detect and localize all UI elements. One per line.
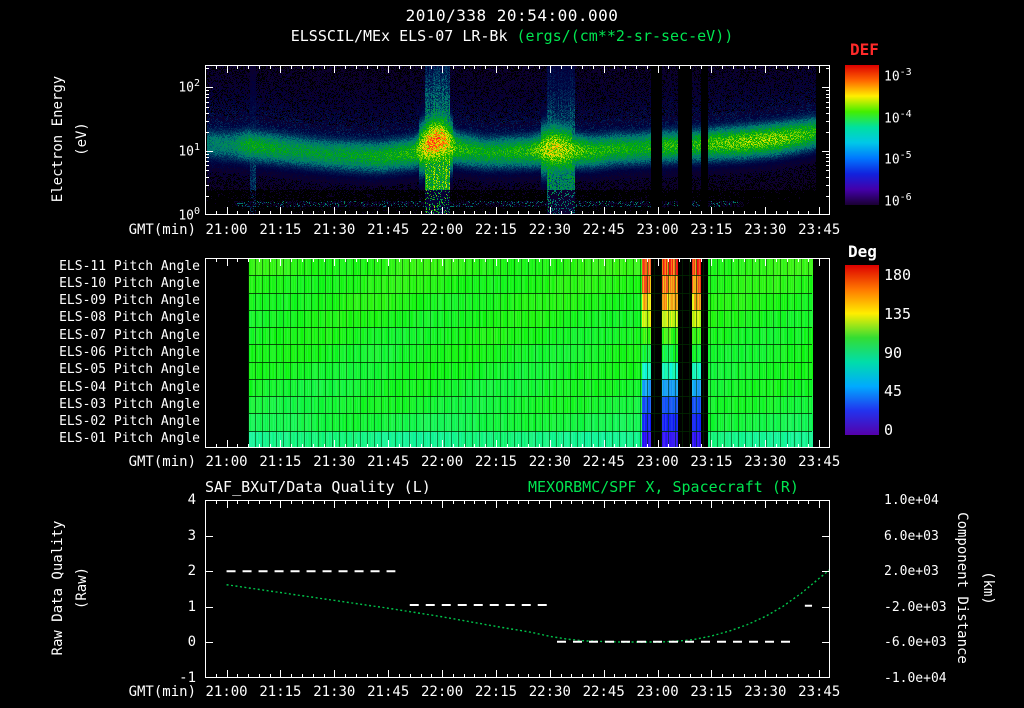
x-tick-label: 22:00: [420, 684, 464, 700]
x-tick-label: 23:00: [636, 684, 679, 700]
deg-colorbar-tick-label: 135: [884, 304, 912, 323]
x-tick-label: 23:45: [798, 222, 841, 238]
quality-distance-plot-canvas: [205, 500, 830, 678]
plot-screen: 2010/338 20:54:00.000 ELSSCIL/MEx ELS-07…: [0, 0, 1024, 708]
pitch-row-label: ELS-10 Pitch Angle: [59, 275, 200, 291]
x-tick-label: 21:45: [367, 684, 410, 700]
deg-colorbar-tick-label: 0: [884, 421, 894, 439]
pitch-row-label: ELS-05 Pitch Angle: [59, 362, 200, 378]
x-tick-label: 23:30: [744, 454, 787, 470]
x-tick-label: 23:00: [636, 222, 679, 238]
x-tick-label: 21:30: [313, 684, 356, 700]
pitch-row-label: ELS-09 Pitch Angle: [59, 293, 200, 309]
deg-colorbar-tick-label: 180: [884, 266, 912, 284]
quality-y-tick-label: 1: [187, 598, 196, 615]
x-tick-label: 21:30: [313, 222, 356, 238]
spectrogram-ylabel-line2: (eV): [74, 122, 90, 156]
def-colorbar-title: DEF: [850, 40, 879, 59]
def-colorbar-tick-label: 10-6: [884, 191, 912, 209]
deg-colorbar-tick-label: 45: [884, 382, 903, 401]
x-tick-label: 22:30: [528, 222, 571, 238]
distance-y-tick-label: 6.0e+03: [884, 528, 939, 544]
distance-ylabel-line2: (km): [980, 571, 996, 605]
x-tick-label: 21:15: [259, 684, 302, 700]
distance-y-tick-label: 2.0e+03: [884, 564, 939, 580]
x-tick-label: 22:30: [528, 684, 571, 700]
distance-ylabel-line1: Component Distance: [954, 512, 970, 664]
def-colorbar-tick-label: 10-5: [884, 150, 912, 168]
x-tick-label: 21:15: [259, 454, 302, 470]
pitch-angle-heatmap-canvas: [205, 258, 830, 448]
x-tick-label: 21:45: [367, 222, 410, 238]
quality-ylabel-line1: Raw Data Quality: [50, 520, 66, 656]
spectrogram-ylabel-line1: Electron Energy: [50, 75, 66, 203]
x-tick-label: 23:30: [744, 222, 787, 238]
distance-y-tick-label: -6.0e+03: [884, 635, 947, 651]
spectrogram-y-tick-label: 101: [178, 142, 200, 160]
pitch-row-label: ELS-08 Pitch Angle: [59, 310, 200, 326]
quality-y-tick-label: 3: [187, 527, 196, 544]
x-tick-label: 22:00: [420, 222, 464, 238]
pitch-row-label: ELS-07 Pitch Angle: [59, 327, 200, 343]
electron-energy-spectrogram-canvas: [205, 65, 830, 215]
pitch-row-label: ELS-03 Pitch Angle: [59, 396, 200, 412]
pitch-row-label: ELS-01 Pitch Angle: [59, 431, 200, 447]
x-tick-label: 21:30: [313, 454, 356, 470]
quality-ylabel-line2: (Raw): [74, 566, 90, 610]
x-tick-label: 23:15: [690, 454, 733, 470]
x-tick-label: 21:00: [205, 684, 248, 700]
deg-colorbar-title: Deg: [848, 242, 877, 261]
x-tick-label: 23:15: [690, 684, 733, 700]
instrument-label: ELSSCIL/MEx ELS-07 LR-Bk: [290, 27, 508, 45]
def-colorbar-tick-label: 10-4: [884, 108, 912, 126]
spectrogram-y-tick-label: 100: [178, 206, 200, 224]
x-tick-label: 23:45: [798, 454, 841, 470]
gmt-label-middle: GMT(min): [128, 454, 196, 470]
gmt-label-top: GMT(min): [128, 222, 196, 238]
x-tick-label: 23:15: [690, 222, 733, 238]
quality-y-tick-label: 2: [187, 563, 196, 580]
pitch-row-label: ELS-04 Pitch Angle: [59, 379, 200, 395]
x-tick-label: 21:45: [367, 454, 410, 470]
x-tick-label: 22:45: [582, 222, 625, 238]
x-tick-label: 23:00: [636, 454, 679, 470]
pitch-row-label: ELS-02 Pitch Angle: [59, 414, 200, 430]
x-tick-label: 21:15: [259, 222, 302, 238]
x-tick-label: 22:15: [474, 684, 518, 700]
quality-y-tick-label: 0: [187, 634, 196, 651]
gmt-label-bottom: GMT(min): [128, 684, 196, 700]
x-tick-label: 22:15: [474, 222, 518, 238]
pitch-row-label: ELS-11 Pitch Angle: [59, 258, 200, 274]
quality-y-tick-label: 4: [187, 492, 196, 508]
x-tick-label: 21:00: [205, 222, 248, 238]
spectrogram-y-tick-label: 102: [178, 78, 200, 96]
x-tick-label: 22:45: [582, 454, 625, 470]
x-tick-label: 22:45: [582, 684, 625, 700]
def-colorbar-tick-label: 10-3: [884, 67, 912, 85]
x-tick-label: 23:30: [744, 684, 787, 700]
plot-timestamp: 2010/338 20:54:00.000: [405, 6, 619, 25]
quality-title-left: SAF_BXuT/Data Quality (L): [205, 478, 431, 496]
pitch-row-label: ELS-06 Pitch Angle: [59, 345, 200, 360]
distance-y-tick-label: -2.0e+03: [884, 599, 947, 615]
deg-colorbar: [845, 265, 879, 435]
x-tick-label: 23:45: [798, 684, 841, 700]
quality-title-right: MEXORBMC/SPF X, Spacecraft (R): [528, 478, 799, 496]
deg-colorbar-tick-label: 90: [884, 343, 903, 362]
x-tick-label: 21:00: [205, 454, 248, 470]
distance-y-tick-label: 1.0e+04: [884, 493, 939, 508]
distance-y-tick-label: -1.0e+04: [884, 671, 947, 686]
x-tick-label: 22:00: [420, 454, 464, 470]
units-label: (ergs/(cm**2-sr-sec-eV)): [516, 27, 734, 45]
def-colorbar: [845, 65, 879, 205]
x-tick-label: 22:15: [474, 454, 518, 470]
x-tick-label: 22:30: [528, 454, 571, 470]
